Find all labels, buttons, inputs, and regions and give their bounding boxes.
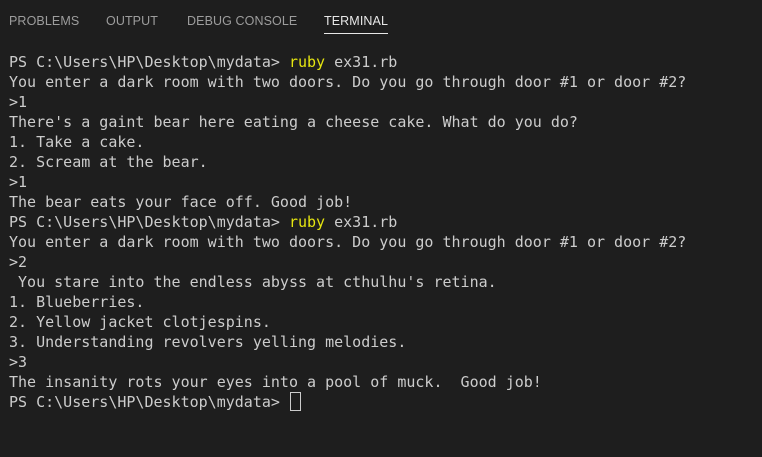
panel-tab-bar: PROBLEMS OUTPUT DEBUG CONSOLE TERMINAL	[0, 0, 762, 44]
tab-output[interactable]: OUTPUT	[106, 14, 158, 28]
tab-debug-console[interactable]: DEBUG CONSOLE	[187, 14, 297, 28]
terminal-output-line: >3	[9, 353, 28, 371]
prompt-path: PS C:\Users\HP\Desktop\mydata>	[9, 213, 289, 231]
terminal-prompt-line: PS C:\Users\HP\Desktop\mydata> ruby ex31…	[9, 52, 762, 72]
command-name: ruby	[288, 53, 326, 71]
terminal-output-line: >1	[9, 93, 28, 111]
terminal-output-line: 3. Understanding revolvers yelling melod…	[9, 333, 407, 351]
terminal-output-line: >2	[9, 253, 28, 271]
terminal-output-line: The insanity rots your eyes into a pool …	[9, 373, 542, 391]
terminal-output[interactable]: PS C:\Users\HP\Desktop\mydata> ruby ex31…	[9, 52, 762, 457]
command-args: ex31.rb	[325, 53, 398, 71]
tab-terminal-label: TERMINAL	[324, 14, 389, 28]
terminal-output-line: >1	[9, 173, 28, 191]
terminal-prompt-line: PS C:\Users\HP\Desktop\mydata> ruby ex31…	[9, 212, 762, 232]
tab-terminal[interactable]: TERMINAL	[324, 14, 389, 34]
terminal-panel: PROBLEMS OUTPUT DEBUG CONSOLE TERMINAL P…	[0, 0, 762, 457]
terminal-output-line: 2. Scream at the bear.	[9, 153, 208, 171]
prompt-path: PS C:\Users\HP\Desktop\mydata>	[9, 53, 289, 71]
terminal-output-line: 1. Take a cake.	[9, 133, 145, 151]
command-args: ex31.rb	[325, 213, 398, 231]
terminal-output-line: There's a gaint bear here eating a chees…	[9, 113, 578, 131]
command-name: ruby	[288, 213, 326, 231]
tab-problems[interactable]: PROBLEMS	[9, 14, 79, 28]
terminal-output-line: You enter a dark room with two doors. Do…	[9, 233, 687, 251]
terminal-cursor[interactable]	[289, 392, 301, 411]
active-tab-underline	[324, 33, 389, 34]
terminal-output-line: 1. Blueberries.	[9, 293, 145, 311]
terminal-output-line: The bear eats your face off. Good job!	[9, 193, 353, 211]
terminal-output-line: You stare into the endless abyss at cthu…	[9, 273, 497, 291]
terminal-output-line: 2. Yellow jacket clotjespins.	[9, 313, 271, 331]
prompt-path: PS C:\Users\HP\Desktop\mydata>	[9, 393, 289, 411]
terminal-prompt-line: PS C:\Users\HP\Desktop\mydata>	[9, 392, 762, 412]
terminal-output-line: You enter a dark room with two doors. Do…	[9, 73, 687, 91]
